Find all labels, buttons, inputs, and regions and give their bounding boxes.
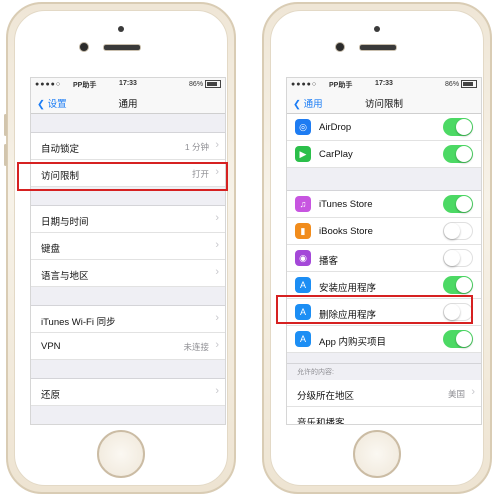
- section-gap: [31, 114, 225, 133]
- section-header: 允许的内容:: [287, 364, 481, 380]
- section-gap: [31, 287, 225, 306]
- row-in-app-purchases[interactable]: A App 内购买项目: [287, 326, 481, 353]
- highlight-box: [276, 295, 473, 324]
- toggle-switch[interactable]: [443, 249, 473, 267]
- row-vpn[interactable]: VPN 未连接 ›: [31, 333, 225, 360]
- left-screen: ●●●●○ PP助手 17:33 86% ❮ 设置 通用 自动锁定 1 分钟 ›…: [30, 77, 226, 425]
- nav-bar: ❮ 通用 访问限制: [287, 91, 481, 114]
- row-airdrop[interactable]: ◎ AirDrop: [287, 114, 481, 141]
- chevron-right-icon: ›: [215, 266, 219, 278]
- row-auto-lock[interactable]: 自动锁定 1 分钟 ›: [31, 133, 225, 160]
- row-value: 1 分钟: [184, 142, 209, 152]
- battery-icon: [461, 80, 477, 88]
- highlight-box: [17, 162, 228, 191]
- row-label: 还原: [41, 390, 61, 401]
- toggle-switch[interactable]: [443, 222, 473, 240]
- row-date-time[interactable]: 日期与时间 ›: [31, 206, 225, 233]
- row-itunes-store[interactable]: ♫ iTunes Store: [287, 191, 481, 218]
- front-camera: [335, 42, 345, 52]
- row-label: 安装应用程序: [319, 283, 377, 294]
- toggle-switch[interactable]: [443, 118, 473, 136]
- row-label: iTunes Store: [319, 199, 373, 210]
- row-label: 音乐和播客: [297, 418, 345, 425]
- row-label: iTunes Wi-Fi 同步: [41, 317, 116, 328]
- toggle-switch[interactable]: [443, 145, 473, 163]
- volume-button: [4, 114, 7, 136]
- section-gap: [287, 353, 481, 364]
- page-title: 访问限制: [364, 99, 403, 110]
- chevron-right-icon: ›: [471, 386, 475, 398]
- chevron-right-icon: ›: [215, 339, 219, 351]
- battery-area: 86%: [189, 80, 221, 88]
- toggle-switch[interactable]: [443, 276, 473, 294]
- row-label: 键盘: [41, 244, 61, 255]
- earpiece-speaker: [359, 44, 397, 51]
- row-value: 未连接: [183, 342, 209, 352]
- battery-percent: 86%: [189, 80, 204, 88]
- row-label: 分级所在地区: [297, 391, 355, 402]
- row-carplay[interactable]: ▶ CarPlay: [287, 141, 481, 168]
- nav-bar: ❮ 设置 通用: [31, 91, 225, 114]
- row-music-podcasts[interactable]: 音乐和播客: [287, 407, 481, 425]
- front-camera: [79, 42, 89, 52]
- sensor: [118, 26, 124, 32]
- ibooks-store-icon: ▮: [295, 223, 311, 239]
- battery-percent: 86%: [445, 80, 460, 88]
- chevron-right-icon: ›: [215, 139, 219, 151]
- row-ibooks-store[interactable]: ▮ iBooks Store: [287, 218, 481, 245]
- app-store-icon: A: [295, 331, 311, 347]
- row-label: App 内购买项目: [319, 337, 387, 348]
- carplay-icon: ▶: [295, 146, 311, 162]
- row-label: 自动锁定: [41, 144, 80, 155]
- row-reset[interactable]: 还原 ›: [31, 379, 225, 406]
- section-gap: [31, 360, 225, 379]
- status-bar: ●●●●○ PP助手 17:33 86%: [287, 78, 481, 91]
- chevron-right-icon: ›: [215, 385, 219, 397]
- row-value: 美国: [447, 389, 465, 399]
- row-label: VPN: [41, 341, 61, 352]
- chevron-right-icon: ›: [215, 239, 219, 251]
- row-rating-region[interactable]: 分级所在地区 美国 ›: [287, 380, 481, 407]
- row-label: 日期与时间: [41, 217, 89, 228]
- left-phone: ●●●●○ PP助手 17:33 86% ❮ 设置 通用 自动锁定 1 分钟 ›…: [4, 2, 236, 494]
- chevron-right-icon: ›: [215, 212, 219, 224]
- chevron-right-icon: ›: [215, 312, 219, 324]
- podcasts-icon: ◉: [295, 250, 311, 266]
- row-language-region[interactable]: 语言与地区 ›: [31, 260, 225, 287]
- volume-button: [4, 144, 7, 166]
- row-label: iBooks Store: [319, 226, 373, 237]
- row-label: CarPlay: [319, 149, 353, 160]
- home-button[interactable]: [97, 430, 145, 478]
- battery-area: 86%: [445, 80, 477, 88]
- app-store-icon: A: [295, 277, 311, 293]
- toggle-switch[interactable]: [443, 330, 473, 348]
- row-keyboard[interactable]: 键盘 ›: [31, 233, 225, 260]
- row-podcasts[interactable]: ◉ 播客: [287, 245, 481, 272]
- itunes-store-icon: ♫: [295, 196, 311, 212]
- section-gap: [287, 168, 481, 191]
- right-phone: ●●●●○ PP助手 17:33 86% ❮ 通用 访问限制 ◎ AirDrop…: [262, 2, 492, 494]
- earpiece-speaker: [103, 44, 141, 51]
- status-bar: ●●●●○ PP助手 17:33 86%: [31, 78, 225, 91]
- row-label: AirDrop: [319, 122, 352, 133]
- row-label: 播客: [319, 256, 339, 267]
- right-screen: ●●●●○ PP助手 17:33 86% ❮ 通用 访问限制 ◎ AirDrop…: [286, 77, 482, 425]
- row-itunes-wifi-sync[interactable]: iTunes Wi-Fi 同步 ›: [31, 306, 225, 333]
- battery-icon: [205, 80, 221, 88]
- row-label: 语言与地区: [41, 271, 89, 282]
- sensor: [374, 26, 380, 32]
- airdrop-icon: ◎: [295, 119, 311, 135]
- home-button[interactable]: [353, 430, 401, 478]
- toggle-switch[interactable]: [443, 195, 473, 213]
- page-title: 通用: [118, 99, 138, 110]
